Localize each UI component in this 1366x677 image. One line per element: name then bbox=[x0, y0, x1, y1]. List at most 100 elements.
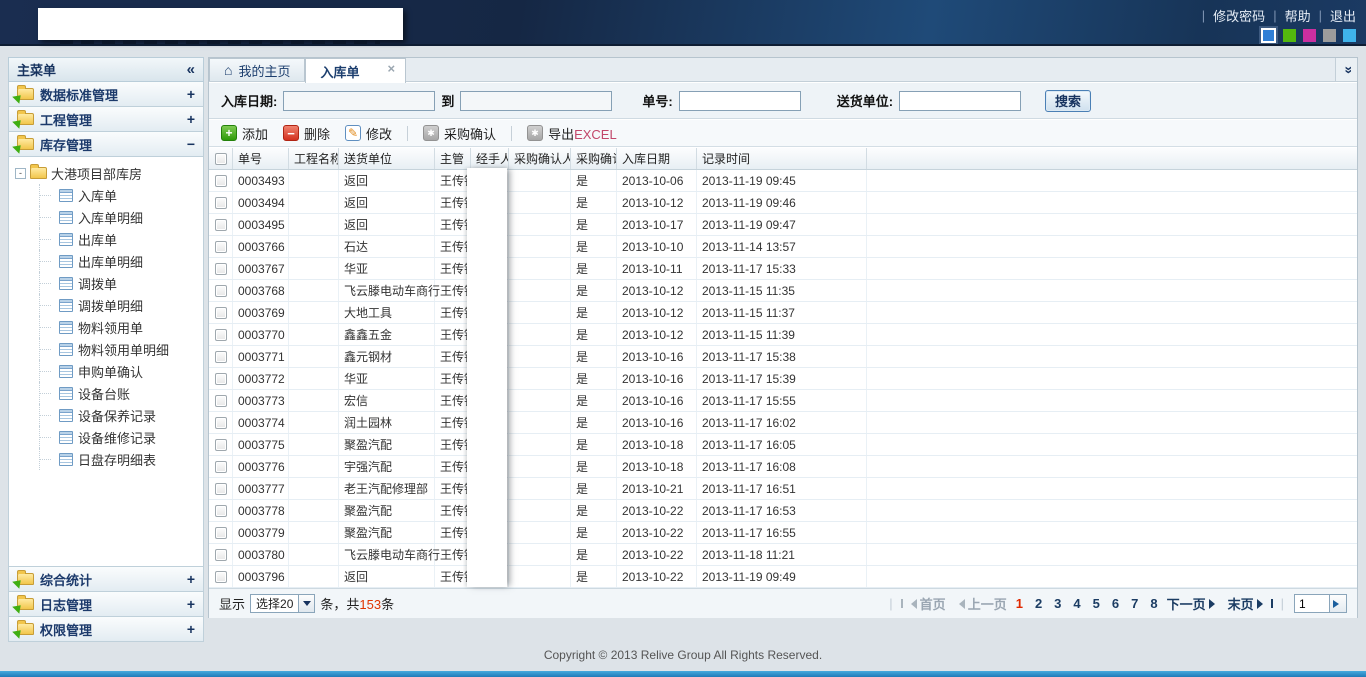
col-header-confirmed[interactable]: 采购确认 bbox=[571, 148, 617, 169]
theme-color-swatch[interactable] bbox=[1283, 29, 1296, 42]
expand-toggle-icon[interactable]: + bbox=[187, 111, 195, 127]
page-number[interactable]: 7 bbox=[1130, 596, 1139, 611]
table-row[interactable]: 0003766 石达 王传锐 是 2013-10-10 2013-11-14 1… bbox=[209, 236, 1357, 258]
supplier-input[interactable] bbox=[899, 91, 1021, 111]
tree-leaf-item[interactable]: 出库单 bbox=[15, 228, 203, 250]
table-row[interactable]: 0003767 华亚 王传锐 是 2013-10-11 2013-11-17 1… bbox=[209, 258, 1357, 280]
table-row[interactable]: 0003493 返回 王传锐 是 2013-10-06 2013-11-19 0… bbox=[209, 170, 1357, 192]
export-excel-button[interactable]: 导出EXCEL bbox=[523, 122, 621, 145]
page-number[interactable]: 4 bbox=[1072, 596, 1081, 611]
col-header-order-no[interactable]: 单号 bbox=[233, 148, 289, 169]
row-checkbox[interactable] bbox=[215, 417, 227, 429]
tab-my-home[interactable]: ⌂ 我的主页 bbox=[209, 58, 305, 81]
row-checkbox[interactable] bbox=[215, 263, 227, 275]
theme-color-swatch[interactable] bbox=[1323, 29, 1336, 42]
page-number[interactable]: 5 bbox=[1092, 596, 1101, 611]
dropdown-arrow-icon[interactable] bbox=[298, 595, 314, 612]
table-row[interactable]: 0003770 鑫鑫五金 王传锐 是 2013-10-12 2013-11-15… bbox=[209, 324, 1357, 346]
table-row[interactable]: 0003769 大地工具 王传锐 是 2013-10-12 2013-11-15… bbox=[209, 302, 1357, 324]
expand-toggle-icon[interactable]: + bbox=[187, 621, 195, 637]
theme-color-swatch[interactable] bbox=[1261, 28, 1276, 43]
table-row[interactable]: 0003775 聚盈汽配 王传锐 是 2013-10-18 2013-11-17… bbox=[209, 434, 1357, 456]
tree-collapse-box[interactable]: - bbox=[15, 168, 26, 179]
row-checkbox[interactable] bbox=[215, 175, 227, 187]
tree-leaf-item[interactable]: 物料领用单明细 bbox=[15, 338, 203, 360]
last-page-button[interactable]: 末页 bbox=[1228, 594, 1273, 613]
theme-color-swatch[interactable] bbox=[1343, 29, 1356, 42]
tree-leaf-item[interactable]: 入库单明细 bbox=[15, 206, 203, 228]
table-row[interactable]: 0003768 飞云滕电动车商行 王传锐 是 2013-10-12 2013-1… bbox=[209, 280, 1357, 302]
col-header-project[interactable]: 工程名称 bbox=[289, 148, 339, 169]
sidebar-section[interactable]: 数据标准管理 + bbox=[8, 82, 204, 107]
row-checkbox[interactable] bbox=[215, 285, 227, 297]
tree-leaf-item[interactable]: 调拨单 bbox=[15, 272, 203, 294]
table-row[interactable]: 0003495 返回 王传锐 是 2013-10-17 2013-11-19 0… bbox=[209, 214, 1357, 236]
add-button[interactable]: 添加 bbox=[217, 122, 272, 145]
page-number[interactable]: 3 bbox=[1053, 596, 1062, 611]
tree-root-node[interactable]: - 大港项目部库房 bbox=[15, 162, 203, 184]
sidebar-collapse-icon[interactable]: « bbox=[187, 61, 195, 78]
tab-stock-in[interactable]: 入库单 × bbox=[305, 58, 406, 83]
row-checkbox[interactable] bbox=[215, 219, 227, 231]
table-row[interactable]: 0003796 返回 王传锐 是 2013-10-22 2013-11-19 0… bbox=[209, 566, 1357, 588]
page-number[interactable]: 2 bbox=[1034, 596, 1043, 611]
col-header-manager[interactable]: 主管 bbox=[435, 148, 471, 169]
table-row[interactable]: 0003494 返回 王传锐 是 2013-10-12 2013-11-19 0… bbox=[209, 192, 1357, 214]
table-row[interactable]: 0003777 老王汽配修理部 王传锐 是 2013-10-21 2013-11… bbox=[209, 478, 1357, 500]
table-row[interactable]: 0003776 宇强汽配 王传锐 是 2013-10-18 2013-11-17… bbox=[209, 456, 1357, 478]
next-page-button[interactable]: 下一页 bbox=[1167, 594, 1220, 613]
expand-toggle-icon[interactable]: + bbox=[187, 571, 195, 587]
tree-leaf-item[interactable]: 申购单确认 bbox=[15, 360, 203, 382]
col-header-handler[interactable]: 经手人 bbox=[471, 148, 509, 169]
row-checkbox[interactable] bbox=[215, 329, 227, 341]
row-checkbox[interactable] bbox=[215, 483, 227, 495]
tree-leaf-item[interactable]: 入库单 bbox=[15, 184, 203, 206]
col-header-confirmer[interactable]: 采购确认人 bbox=[509, 148, 571, 169]
close-icon[interactable]: × bbox=[388, 59, 396, 76]
col-header-in-date[interactable]: 入库日期 bbox=[617, 148, 697, 169]
tab-overflow-button[interactable]: « bbox=[1335, 58, 1357, 81]
sidebar-section[interactable]: 库存管理 − bbox=[8, 132, 204, 157]
tree-leaf-item[interactable]: 出库单明细 bbox=[15, 250, 203, 272]
edit-button[interactable]: 修改 bbox=[341, 122, 396, 145]
row-checkbox[interactable] bbox=[215, 351, 227, 363]
col-header-supplier[interactable]: 送货单位 bbox=[339, 148, 435, 169]
tree-leaf-item[interactable]: 设备保养记录 bbox=[15, 404, 203, 426]
row-checkbox[interactable] bbox=[215, 307, 227, 319]
page-number[interactable]: 6 bbox=[1111, 596, 1120, 611]
logout-link[interactable]: 退出 bbox=[1330, 6, 1356, 25]
expand-toggle-icon[interactable]: − bbox=[187, 136, 195, 152]
row-checkbox[interactable] bbox=[215, 439, 227, 451]
first-page-button[interactable]: 首页 bbox=[901, 594, 946, 613]
sidebar-section[interactable]: 工程管理 + bbox=[8, 107, 204, 132]
tree-leaf-item[interactable]: 调拨单明细 bbox=[15, 294, 203, 316]
sidebar-section[interactable]: 综合统计 + bbox=[8, 567, 204, 592]
expand-toggle-icon[interactable]: + bbox=[187, 596, 195, 612]
sidebar-section[interactable]: 日志管理 + bbox=[8, 592, 204, 617]
table-row[interactable]: 0003772 华亚 王传锐 是 2013-10-16 2013-11-17 1… bbox=[209, 368, 1357, 390]
page-size-select[interactable]: 选择20 bbox=[250, 594, 315, 613]
table-row[interactable]: 0003774 润土园林 王传锐 是 2013-10-16 2013-11-17… bbox=[209, 412, 1357, 434]
row-checkbox[interactable] bbox=[215, 461, 227, 473]
tree-leaf-item[interactable]: 物料领用单 bbox=[15, 316, 203, 338]
change-password-link[interactable]: 修改密码 bbox=[1213, 6, 1265, 25]
help-link[interactable]: 帮助 bbox=[1285, 6, 1311, 25]
row-checkbox[interactable] bbox=[215, 527, 227, 539]
prev-page-button[interactable]: 上一页 bbox=[954, 594, 1007, 613]
table-row[interactable]: 0003778 聚盈汽配 王传锐 是 2013-10-22 2013-11-17… bbox=[209, 500, 1357, 522]
page-number[interactable]: 1 bbox=[1015, 596, 1024, 611]
table-row[interactable]: 0003771 鑫元钢材 王传锐 是 2013-10-16 2013-11-17… bbox=[209, 346, 1357, 368]
tree-leaf-item[interactable]: 设备台账 bbox=[15, 382, 203, 404]
row-checkbox[interactable] bbox=[215, 395, 227, 407]
delete-button[interactable]: 删除 bbox=[279, 122, 334, 145]
table-row[interactable]: 0003779 聚盈汽配 王传锐 是 2013-10-22 2013-11-17… bbox=[209, 522, 1357, 544]
date-to-input[interactable] bbox=[460, 91, 612, 111]
tree-leaf-item[interactable]: 日盘存明细表 bbox=[15, 448, 203, 470]
order-no-input[interactable] bbox=[679, 91, 801, 111]
row-checkbox[interactable] bbox=[215, 549, 227, 561]
col-header-record-time[interactable]: 记录时间 bbox=[697, 148, 867, 169]
row-checkbox[interactable] bbox=[215, 373, 227, 385]
select-all-checkbox[interactable] bbox=[215, 153, 227, 165]
row-checkbox[interactable] bbox=[215, 197, 227, 209]
theme-color-swatch[interactable] bbox=[1303, 29, 1316, 42]
